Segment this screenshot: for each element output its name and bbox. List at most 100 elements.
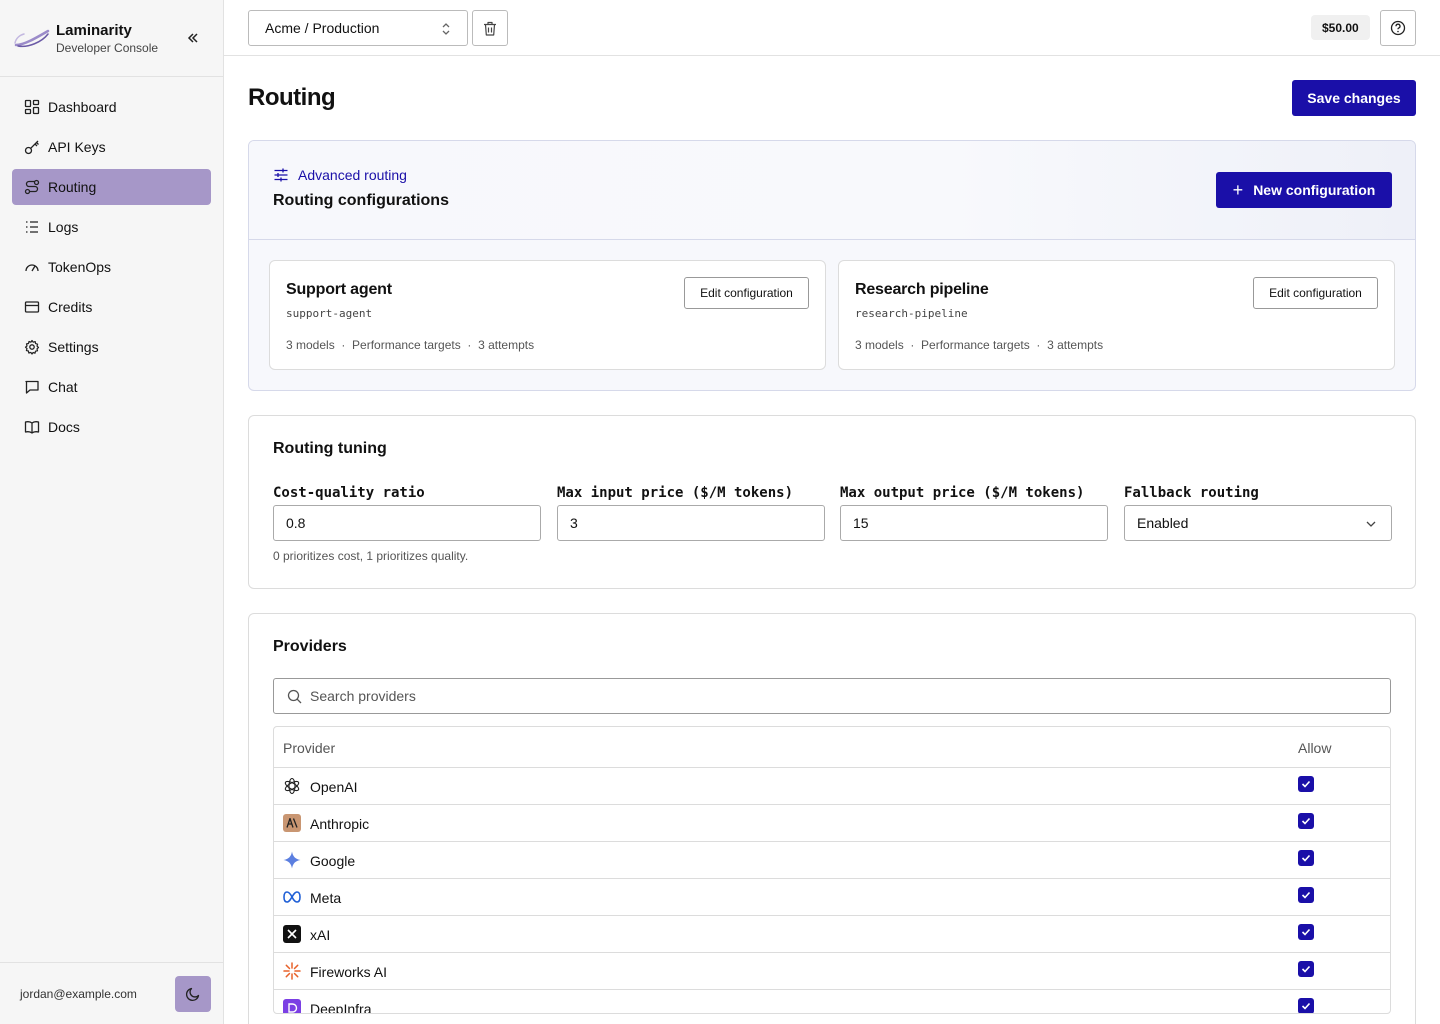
provider-search-input[interactable]: Search providers	[273, 678, 1391, 714]
sidebar-item-dashboard[interactable]: Dashboard	[12, 89, 211, 125]
sidebar-item-docs[interactable]: Docs	[12, 409, 211, 445]
table-row: xAI	[274, 916, 1390, 953]
config-card-support-agent: Support agent support-agent 3 models · P…	[269, 260, 826, 370]
field-label: Fallback routing	[1124, 485, 1259, 501]
project-select[interactable]: Acme / Production	[248, 10, 468, 46]
sidebar-item-label: Credits	[48, 299, 93, 315]
table-row: Fireworks AI	[274, 953, 1390, 990]
provider-name: Meta	[310, 890, 342, 906]
config-name: Research pipeline	[855, 281, 989, 298]
edit-configuration-button[interactable]: Edit configuration	[684, 277, 809, 309]
cost-quality-field: Cost-quality ratio 0.8	[273, 485, 541, 541]
allow-checkbox[interactable]	[1298, 813, 1314, 829]
routing-tuning-card: Routing tuning Cost-quality ratio 0.8 Ma…	[248, 415, 1416, 589]
new-configuration-label: New configuration	[1253, 182, 1376, 198]
plus-icon: +	[1232, 179, 1244, 200]
page-title: Routing	[248, 84, 336, 111]
laminarity-logo-icon	[14, 29, 50, 48]
max-input-price-field: Max input price ($/M tokens) 3	[557, 485, 825, 541]
max-output-price-field: Max output price ($/M tokens) 15	[840, 485, 1108, 541]
provider-name: Google	[310, 853, 356, 869]
sidebar-item-label: Settings	[48, 339, 99, 355]
allow-checkbox[interactable]	[1298, 776, 1314, 792]
fallback-routing-select[interactable]: Enabled	[1124, 505, 1392, 541]
meta-icon	[283, 888, 301, 906]
check-icon	[1301, 854, 1311, 862]
column-header-allow: Allow	[1298, 740, 1332, 756]
delete-project-button[interactable]	[472, 10, 508, 46]
field-label: Cost-quality ratio	[273, 485, 425, 501]
sidebar-item-label: Logs	[48, 219, 79, 235]
dashboard-icon	[24, 99, 40, 115]
allow-checkbox[interactable]	[1298, 924, 1314, 940]
check-icon	[1301, 780, 1311, 788]
help-circle-icon	[1390, 20, 1406, 36]
list-icon	[26, 221, 38, 233]
providers-card: Providers Search providers Provider Allo…	[248, 613, 1416, 1024]
routing-icon	[24, 179, 40, 195]
collapse-sidebar-button[interactable]	[182, 28, 204, 48]
max-output-price-input[interactable]: 15	[840, 505, 1108, 541]
allow-checkbox[interactable]	[1298, 850, 1314, 866]
provider-name: Fireworks AI	[310, 964, 388, 980]
save-changes-button[interactable]: Save changes	[1292, 80, 1416, 116]
allow-checkbox[interactable]	[1298, 998, 1314, 1013]
edit-configuration-button[interactable]: Edit configuration	[1253, 277, 1378, 309]
brand-header: Laminarity Developer Console	[0, 0, 223, 77]
brand-subtitle: Developer Console	[56, 41, 159, 55]
sidebar-item-settings[interactable]: Settings	[12, 329, 211, 365]
max-input-price-input[interactable]: 3	[557, 505, 825, 541]
check-icon	[1301, 817, 1311, 825]
sidebar-item-chat[interactable]: Chat	[12, 369, 211, 405]
cost-quality-hint: 0 prioritizes cost, 1 prioritizes qualit…	[273, 549, 469, 563]
provider-name: xAI	[310, 927, 331, 943]
allow-checkbox[interactable]	[1298, 961, 1314, 977]
chevron-up-down-icon	[442, 23, 450, 35]
fireworks-icon	[283, 962, 301, 980]
sidebar-item-tokenops[interactable]: TokenOps	[12, 249, 211, 285]
sidebar-item-routing[interactable]: Routing	[12, 169, 211, 205]
provider-name: DeepInfra	[310, 1001, 372, 1014]
credit-card-icon	[24, 301, 40, 313]
config-meta: 3 models · Performance targets · 3 attem…	[286, 338, 535, 352]
routing-configurations-title: Routing configurations	[273, 192, 449, 209]
new-configuration-button[interactable]: + New configuration	[1216, 172, 1392, 208]
brand-title: Laminarity	[56, 22, 132, 39]
credit-balance-badge: $50.00	[1311, 15, 1370, 40]
theme-toggle-button[interactable]	[175, 976, 211, 1012]
sidebar-item-label: Chat	[48, 379, 78, 395]
sidebar-item-label: Docs	[48, 419, 80, 435]
table-row: DeepInfra	[274, 990, 1390, 1014]
config-card-research-pipeline: Research pipeline research-pipeline 3 mo…	[838, 260, 1395, 370]
anthropic-icon	[283, 814, 301, 832]
openai-icon	[283, 777, 301, 795]
fallback-routing-field: Fallback routing Enabled	[1124, 485, 1392, 541]
table-row: OpenAI	[274, 768, 1390, 805]
field-label: Max input price ($/M tokens)	[557, 485, 794, 501]
provider-name: OpenAI	[310, 779, 358, 795]
table-row: Meta	[274, 879, 1390, 916]
providers-table-header: Provider Allow	[274, 727, 1390, 768]
column-header-provider: Provider	[283, 740, 336, 756]
advanced-routing-label: Advanced routing	[273, 167, 407, 183]
fallback-routing-value: Enabled	[1137, 515, 1189, 531]
advanced-routing-label-text: Advanced routing	[298, 167, 407, 183]
help-button[interactable]	[1380, 10, 1416, 46]
book-icon	[24, 421, 40, 434]
config-slug: research-pipeline	[855, 307, 968, 320]
user-email: jordan@example.com	[20, 987, 137, 1001]
sidebar-item-label: API Keys	[48, 139, 106, 155]
sidebar-item-api-keys[interactable]: API Keys	[12, 129, 211, 165]
sidebar-item-logs[interactable]: Logs	[12, 209, 211, 245]
trash-icon	[484, 21, 496, 36]
field-label: Max output price ($/M tokens)	[840, 485, 1085, 501]
deepinfra-icon	[283, 999, 301, 1013]
chevron-down-icon	[1366, 521, 1376, 527]
advanced-routing-card: Advanced routing Routing configurations …	[248, 140, 1416, 391]
sidebar-item-credits[interactable]: Credits	[12, 289, 211, 325]
cost-quality-input[interactable]: 0.8	[273, 505, 541, 541]
allow-checkbox[interactable]	[1298, 887, 1314, 903]
sliders-icon	[274, 168, 288, 182]
sidebar-footer: jordan@example.com	[0, 962, 223, 1024]
gear-icon	[24, 339, 40, 355]
